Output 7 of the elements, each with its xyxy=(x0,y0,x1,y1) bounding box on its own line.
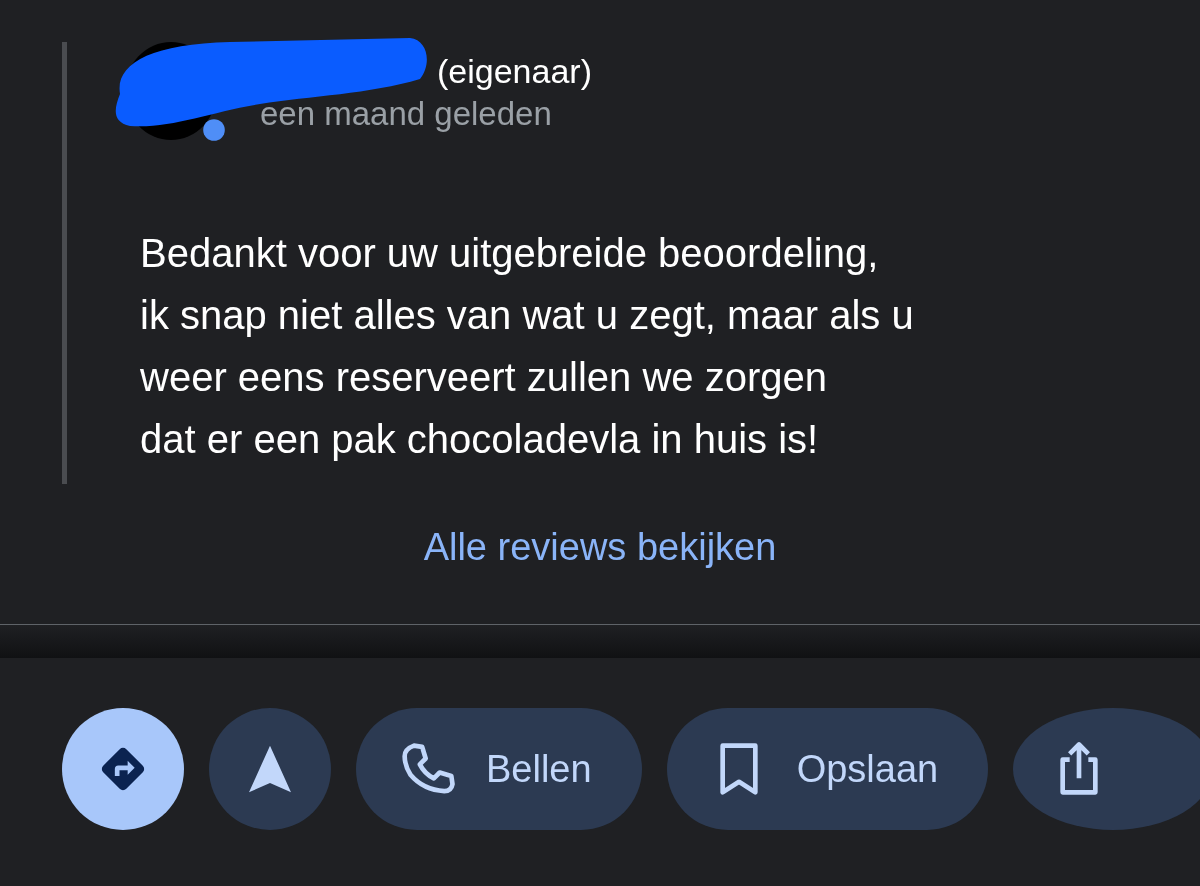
review-time: een maand geleden xyxy=(260,94,553,134)
verified-badge-icon xyxy=(202,118,226,142)
owner-reply-text: Bedankt voor uw uitgebreide beoordeling, ik snap niet alles van wat u zegt, maar als u weer eens reserveert zullen we zorgen dat er een pak chocoladevla in huis is! xyxy=(140,230,915,463)
save-button[interactable]: Opslaan xyxy=(666,708,989,830)
call-button[interactable]: Bellen xyxy=(356,708,642,830)
owner-label: (eigenaar) xyxy=(437,51,592,92)
all-reviews-link[interactable]: Alle reviews bekijken xyxy=(423,525,777,569)
